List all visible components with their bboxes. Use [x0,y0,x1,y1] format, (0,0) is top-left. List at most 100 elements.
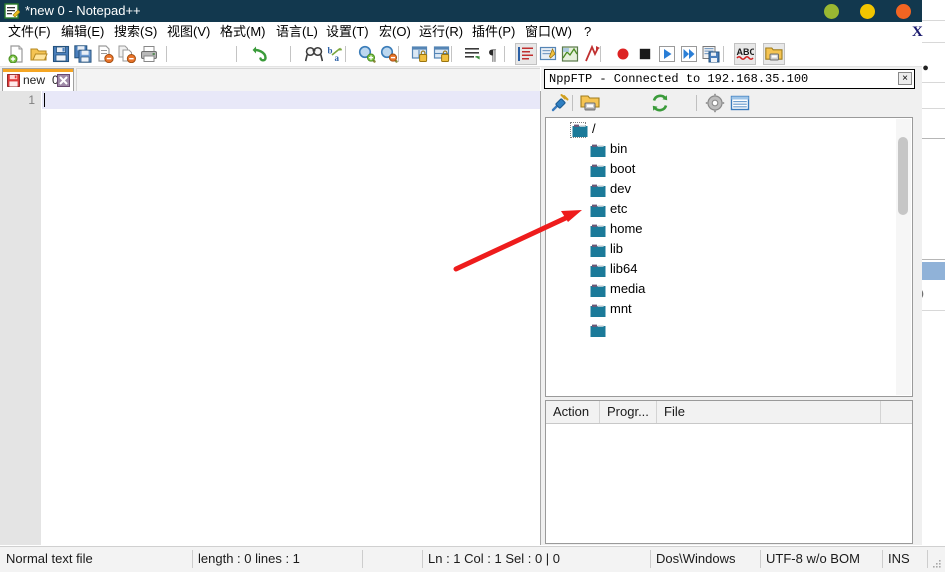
tab-new[interactable]: new 0 [2,68,74,91]
nppftp-toolbar-separator [696,95,697,111]
sync-vertical-icon[interactable] [411,45,429,63]
show-all-chars-icon[interactable]: ¶ [486,45,504,63]
menu-window[interactable]: 窗口(W) [521,23,576,41]
menu-bar: 文件(F) 编辑(E) 搜索(S) 视图(V) 格式(M) 语言(L) 设置(T… [0,22,922,42]
close-button[interactable] [896,4,911,19]
status-ln-col-sel: Ln : 1 Col : 1 Sel : 0 | 0 [428,551,561,566]
close-file-icon[interactable] [96,45,114,63]
editor-area[interactable]: 1 [0,91,541,545]
folder-icon [590,264,606,277]
folder-icon [590,224,606,237]
menu-search[interactable]: 搜索(S) [110,23,161,41]
maximize-button[interactable] [860,4,875,19]
connect-plug-icon[interactable] [550,93,570,113]
tree-item-label: lib64 [610,261,638,276]
status-length-lines: length : 0 lines : 1 [198,551,300,566]
notepad-plus-plus-icon [4,3,20,19]
toolbar-separator [290,46,291,62]
tree-scrollbar-thumb[interactable] [898,137,908,215]
line-number-gutter: 1 [0,91,41,545]
run-multiple-icon[interactable] [680,45,698,63]
menu-edit[interactable]: 编辑(E) [57,23,108,41]
open-file-icon[interactable] [30,45,48,63]
resize-grip-icon[interactable] [932,560,942,569]
tree-scrollbar[interactable] [896,119,911,395]
minimize-button[interactable] [824,4,839,19]
sync-horizontal-icon[interactable] [433,45,451,63]
word-wrap-icon[interactable] [464,45,482,63]
menu-language[interactable]: 语言(L) [272,23,322,41]
tab-bar-empty-area [76,68,540,91]
menu-format[interactable]: 格式(M) [216,23,270,41]
ftp-transfer-queue[interactable]: Action Progr... File [545,400,913,544]
tree-item-label: bin [610,141,628,156]
replace-icon[interactable]: b a [327,45,345,63]
user-define-dialog-icon[interactable] [539,45,557,63]
function-list-icon[interactable] [583,45,601,63]
menu-file[interactable]: 文件(F) [4,23,55,41]
menu-plugins[interactable]: 插件(P) [468,23,519,41]
window-title: *new 0 - Notepad++ [25,3,141,18]
menu-settings[interactable]: 设置(T) [322,23,373,41]
messages-log-icon[interactable] [730,93,750,113]
print-icon[interactable] [140,45,158,63]
save-icon[interactable] [52,45,70,63]
folder-icon [590,324,606,337]
nppftp-toolbar [544,91,915,115]
line-number: 1 [28,93,35,107]
queue-col-spacer [881,401,912,423]
menu-view[interactable]: 视图(V) [163,23,214,41]
indent-guide-icon[interactable] [517,45,535,63]
tab-label: new [23,73,46,87]
toolbar-separator [398,46,399,62]
status-file-type: Normal text file [6,551,93,566]
stop-record-icon[interactable] [636,45,654,63]
close-all-icon[interactable] [118,45,136,63]
tree-item-label: home [610,221,643,236]
nppftp-panel: NppFTP - Connected to 192.168.35.100 × /… [541,67,922,545]
start-record-icon[interactable] [614,45,632,63]
refresh-icon[interactable] [650,93,670,113]
status-insert-mode: INS [888,551,910,566]
doc-map-icon[interactable] [561,45,579,63]
toolbar-separator [451,46,452,62]
queue-col-file[interactable]: File [657,401,881,423]
ftp-directory-tree[interactable]: / bin boot dev etc home lib lib64 media … [545,117,913,397]
close-document-x[interactable]: X [912,24,923,41]
settings-gear-icon[interactable] [705,93,725,113]
nppftp-close-button[interactable]: × [898,72,912,85]
status-bar: Normal text file length : 0 lines : 1 Ln… [0,546,945,572]
title-bar: *new 0 - Notepad++ [0,0,922,22]
svg-text:a: a [335,53,340,63]
menu-help[interactable]: ? [580,23,595,41]
undo-icon[interactable] [252,45,270,63]
folder-icon [590,204,606,217]
current-line-highlight [42,91,540,109]
folder-icon [590,284,606,297]
download-folder-icon[interactable] [580,93,600,113]
queue-col-progress[interactable]: Progr... [600,401,657,423]
nppftp-title-text: NppFTP - Connected to 192.168.35.100 [549,72,809,86]
save-all-icon[interactable] [74,45,92,63]
queue-header-row: Action Progr... File [546,401,912,424]
main-toolbar: b a ¶ ABC [0,42,922,67]
nppftp-toolbar-separator [572,95,573,111]
close-tab-icon[interactable] [57,74,70,87]
status-divider [927,550,928,568]
text-caret [44,93,45,107]
new-file-icon[interactable] [8,45,26,63]
find-icon[interactable] [305,45,323,63]
zoom-out-icon[interactable] [380,45,398,63]
queue-col-action[interactable]: Action [546,401,600,423]
menu-run[interactable]: 运行(R) [415,23,467,41]
spell-check-icon[interactable]: ABC [736,45,754,63]
menu-macro[interactable]: 宏(O) [375,23,415,41]
folder-icon [572,124,588,137]
toolbar-separator [166,46,167,62]
document-tab-bar: new 0 [0,67,540,92]
play-macro-icon[interactable] [658,45,676,63]
zoom-in-icon[interactable] [358,45,376,63]
ftp-panel-icon[interactable] [765,45,783,63]
save-macro-icon[interactable] [702,45,720,63]
nppftp-title-bar: NppFTP - Connected to 192.168.35.100 × [544,69,915,89]
